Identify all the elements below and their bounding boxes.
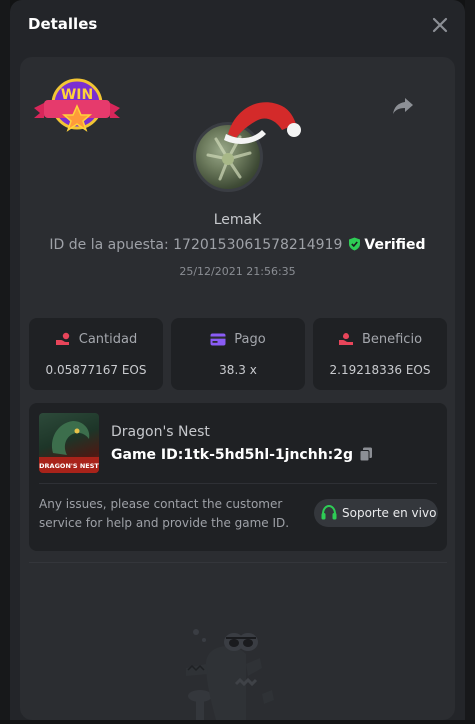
stat-card-amount: Cantidad 0.05877167 EOS	[29, 318, 163, 390]
stat-card-payout: Pago 38.3 x	[171, 318, 305, 390]
live-support-label: Soporte en vivo	[342, 506, 437, 520]
close-icon	[432, 17, 448, 33]
verified-shield-icon	[349, 237, 361, 251]
game-name: Dragon's Nest	[111, 424, 210, 440]
modal-title: Detalles	[28, 15, 98, 33]
profit-hand-icon	[338, 333, 353, 345]
game-thumbnail-caption: DRAGON'S NEST	[39, 462, 99, 470]
game-id-value: 1tk-5hd5hl-1jnchh:2g	[183, 447, 354, 463]
stat-amount-value: 0.05877167 EOS	[45, 363, 147, 377]
live-support-button[interactable]: Soporte en vivo	[314, 499, 438, 527]
backdrop-left	[0, 0, 10, 720]
stat-payout-label: Pago	[234, 332, 266, 347]
win-badge: WIN	[32, 78, 122, 144]
game-id-line: Game ID:1tk-5hd5hl-1jnchh:2g	[111, 447, 373, 463]
share-icon	[393, 98, 413, 114]
stat-profit-label: Beneficio	[361, 332, 423, 347]
win-badge-text: WIN	[61, 87, 93, 103]
headset-icon	[321, 504, 337, 520]
close-button[interactable]	[429, 14, 451, 36]
game-card-divider	[39, 483, 437, 484]
stat-card-profit: Beneficio 2.19218336 EOS	[313, 318, 447, 390]
section-divider	[29, 562, 447, 563]
copy-icon[interactable]	[359, 447, 373, 462]
bet-id-line: ID de la apuesta: 1720153061578214919 Ver…	[0, 237, 475, 253]
share-button[interactable]	[392, 96, 414, 120]
santa-hat-icon	[222, 94, 302, 150]
game-thumbnail[interactable]: DRAGON'S NEST	[39, 413, 99, 473]
crocodile-mascot-illustration	[176, 624, 286, 724]
support-message: Any issues, please contact the customer …	[39, 497, 290, 530]
bet-date: 25/12/2021 21:56:35	[179, 265, 296, 278]
stat-amount-label: Cantidad	[78, 332, 138, 347]
card-icon	[210, 333, 226, 346]
game-id-label: Game ID:	[111, 447, 184, 463]
coin-hand-icon	[55, 332, 69, 345]
game-card: DRAGON'S NEST Dragon's Nest Game ID:1tk-…	[29, 403, 447, 551]
bet-id-value: 1720153061578214919	[173, 237, 343, 253]
stat-profit-value: 2.19218336 EOS	[329, 363, 431, 377]
stat-payout-value: 38.3 x	[219, 363, 257, 377]
verified-label: Verified	[364, 237, 426, 253]
username: LemaK	[213, 212, 262, 228]
backdrop-right	[465, 0, 475, 720]
bet-id-label: ID de la apuesta:	[49, 237, 169, 253]
